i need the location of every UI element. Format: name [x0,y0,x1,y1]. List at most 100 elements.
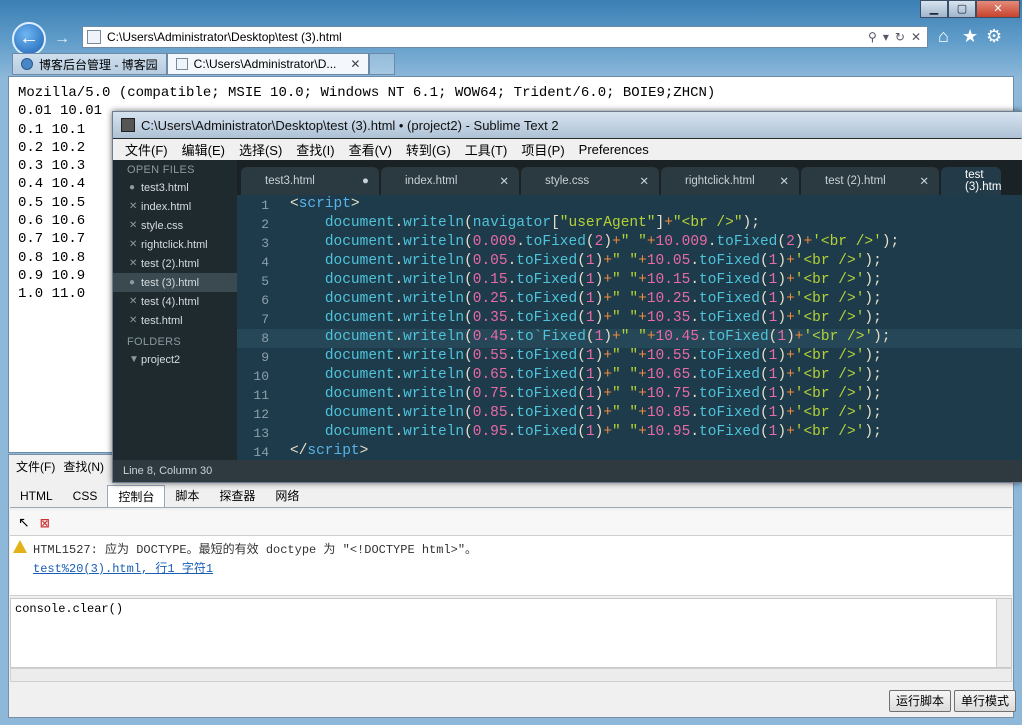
sidebar-file[interactable]: ✕ test.html [113,311,237,330]
editor-tab-active[interactable]: test (3).htm [941,167,1001,195]
line-number: 10 [253,369,269,384]
line-number: 5 [261,274,269,289]
blog-icon [21,58,33,70]
tab-css[interactable]: CSS [63,485,108,507]
sidebar-file-selected[interactable]: ● test (3).html [113,273,237,292]
editor-tab[interactable]: rightclick.html ✕ [661,167,799,195]
code-line[interactable]: document.writeln(0.15.toFixed(1)+" "+10.… [290,272,882,288]
line-number: 14 [253,445,269,460]
run-script-button[interactable]: 运行脚本 [889,690,952,712]
address-bar[interactable]: C:\Users\Administrator\Desktop\test (3).… [82,26,928,48]
code-line[interactable]: <script> [290,196,360,212]
console-input-text[interactable]: console.clear() [15,602,123,616]
sidebar-file[interactable]: ✕ style.css [113,216,237,235]
tab-network[interactable]: 网络 [265,485,309,507]
line-number: 11 [253,388,269,403]
back-button[interactable]: ← [12,22,46,56]
tab-test3[interactable]: C:\Users\Administrator\D... ✕ [166,53,370,75]
menu-select[interactable]: 选择(S) [239,140,282,159]
code-line[interactable]: document.writeln(0.35.toFixed(1)+" "+10.… [290,310,882,326]
maximize-button[interactable]: ▢ [948,0,976,18]
console-toolbar: ↖ ⊠ [10,510,1012,536]
warning-source-link[interactable]: test%20(3).html, 行1 字符1 [33,559,213,576]
line-number: 8 [261,331,269,346]
close-tab-icon[interactable]: ✕ [919,174,929,188]
close-tab-icon[interactable]: ✕ [779,174,789,188]
clear-console-icon[interactable]: ⊠ [40,516,50,530]
sidebar: OPEN FILES ● test3.html ✕ index.html ✕ styl… [113,160,237,460]
menu-file[interactable]: 文件(F) [16,458,55,475]
single-line-mode-button[interactable]: 单行模式 [954,690,1017,712]
line-number: 2 [261,217,269,232]
address-url[interactable]: C:\Users\Administrator\Desktop\test (3).… [107,30,868,44]
code-line[interactable]: document.writeln(0.85.toFixed(1)+" "+10.… [290,405,882,421]
menu-find[interactable]: 查找(I) [296,140,334,159]
line-number: 12 [253,407,269,422]
code-line[interactable]: document.writeln(navigator["userAgent"]+… [290,215,760,231]
dropdown-icon[interactable]: ▾ [883,30,889,44]
horizontal-scrollbar[interactable] [10,668,1012,682]
line-number: 9 [261,350,269,365]
devtools-tabs: HTML CSS 控制台 脚本 探查器 网络 [10,484,1012,508]
search-icon[interactable]: ⚲ [868,30,877,44]
code-line[interactable]: document.writeln(0.75.toFixed(1)+" "+10.… [290,386,882,402]
menu-file[interactable]: 文件(F) [125,140,168,159]
code-line[interactable]: document.writeln(0.55.toFixed(1)+" "+10.… [290,348,882,364]
tab-console[interactable]: 控制台 [107,485,166,507]
favorites-icon[interactable]: ★ [962,26,978,47]
minimize-button[interactable]: ▁ [920,0,948,18]
code-line[interactable]: document.writeln(0.95.toFixed(1)+" "+10.… [290,424,882,440]
line-number: 7 [261,312,269,327]
console-input[interactable] [10,598,998,668]
page-icon [175,58,188,70]
line-number: 6 [261,293,269,308]
line-number: 13 [253,426,269,441]
code-line[interactable]: </script> [290,443,368,459]
menu-project[interactable]: 项目(P) [521,140,564,159]
menu-view[interactable]: 查看(V) [349,140,392,159]
select-element-icon[interactable]: ↖ [18,514,30,531]
menu-tools[interactable]: 工具(T) [465,140,508,159]
close-tab-icon[interactable]: ✕ [639,174,649,188]
console-warning: HTML1527: 应为 DOCTYPE。最短的有效 doctype 为 "<!… [33,543,478,557]
close-button[interactable]: ✕ [976,0,1020,18]
editor-tab[interactable]: test3.html ● [241,167,379,195]
sidebar-file[interactable]: ✕ rightclick.html [113,235,237,254]
editor-tab[interactable]: test (2).html ✕ [801,167,939,195]
forward-button[interactable]: → [54,29,74,49]
stop-icon[interactable]: ✕ [911,30,921,44]
new-tab-button[interactable] [369,53,396,75]
code-line[interactable]: document.writeln(0.45.to`Fixed(1)+" "+10… [290,329,891,345]
editor-tab[interactable]: style.css ✕ [521,167,659,195]
close-tab-icon[interactable]: ✕ [499,174,509,188]
menu-preferences[interactable]: Preferences [579,142,649,157]
sidebar-file[interactable]: ✕ index.html [113,197,237,216]
tab-blog[interactable]: 博客后台管理 - 博客园 [12,53,167,75]
editor-tab[interactable]: index.html ✕ [381,167,519,195]
line-number: 4 [261,255,269,270]
sublime-titlebar: C:\Users\Administrator\Desktop\test (3).… [113,112,1022,138]
tab-profiler[interactable]: 探查器 [209,485,265,507]
sidebar-file[interactable]: ✕ test (2).html [113,254,237,273]
open-files-header: OPEN FILES [127,164,195,176]
refresh-icon[interactable]: ↻ [895,30,905,44]
sidebar-file[interactable]: ● test3.html [113,178,237,197]
menu-goto[interactable]: 转到(G) [406,140,451,159]
sidebar-file[interactable]: ✕ test (4).html [113,292,237,311]
code-line[interactable]: document.writeln(0.009.toFixed(2)+" "+10… [290,234,899,250]
code-line[interactable]: document.writeln(0.65.toFixed(1)+" "+10.… [290,367,882,383]
console-scrollbar[interactable] [996,598,1012,668]
modified-dot-icon: ● [362,175,369,187]
warning-icon [13,540,27,553]
tab-script[interactable]: 脚本 [165,485,209,507]
tab-html[interactable]: HTML [10,485,63,507]
gear-icon[interactable]: ⚙ [986,26,1002,47]
home-icon[interactable]: ⌂ [938,26,949,47]
page-icon [87,30,101,44]
menu-edit[interactable]: 编辑(E) [182,140,225,159]
sidebar-folder[interactable]: ▼ project2 [113,350,237,369]
code-line[interactable]: document.writeln(0.05.toFixed(1)+" "+10.… [290,253,882,269]
code-line[interactable]: document.writeln(0.25.toFixed(1)+" "+10.… [290,291,882,307]
close-tab-icon[interactable]: ✕ [350,57,360,71]
menu-find[interactable]: 查找(N) [63,458,104,475]
